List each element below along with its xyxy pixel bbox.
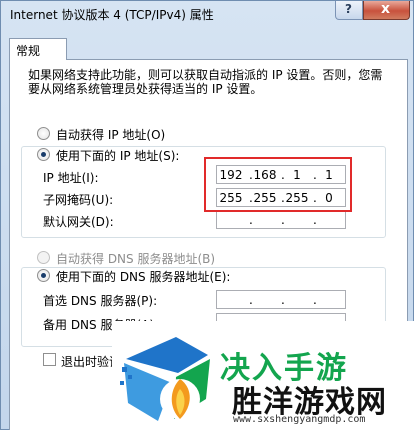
close-button[interactable]: x: [363, 1, 410, 20]
auto-ip-radio[interactable]: [37, 127, 50, 140]
help-button[interactable]: ?: [335, 1, 363, 20]
auto-dns-label[interactable]: 自动获得 DNS 服务器地址(B): [56, 250, 215, 267]
tab-general[interactable]: 常规: [9, 38, 67, 60]
watermark-url: www.sxshengyangmdp.com: [233, 414, 366, 425]
ip-address-label: IP 地址(I):: [43, 171, 99, 185]
auto-ip-label[interactable]: 自动获得 IP 地址(O): [56, 126, 165, 143]
default-gateway-label: 默认网关(D):: [43, 215, 114, 229]
title-bar[interactable]: Internet 协议版本 4 (TCP/IPv4) 属性 ? x: [1, 1, 413, 25]
manual-ip-radio[interactable]: [37, 148, 50, 161]
default-gateway-field[interactable]: ...: [216, 210, 346, 229]
description-text: 如果网络支持此功能，则可以获取自动指派的 IP 设置。否则，您需要从网络系统管理…: [28, 68, 383, 96]
dialog-window: Internet 协议版本 4 (TCP/IPv4) 属性 ? x 常规 如果网…: [0, 0, 414, 430]
validate-on-exit-checkbox[interactable]: [43, 353, 56, 366]
manual-dns-label[interactable]: 使用下面的 DNS 服务器地址(E):: [56, 268, 234, 285]
tab-label: 常规: [16, 44, 41, 58]
close-icon: x: [381, 1, 391, 17]
watermark-logo-icon: [120, 337, 210, 421]
manual-ip-label[interactable]: 使用下面的 IP 地址(S):: [56, 147, 183, 164]
preferred-dns-label: 首选 DNS 服务器(P):: [43, 294, 158, 308]
preferred-dns-field[interactable]: ...: [216, 290, 346, 309]
watermark-overlay: 决入手游 胜洋游戏网 www.sxshengyangmdp.com: [112, 321, 414, 430]
window-title: Internet 协议版本 4 (TCP/IPv4) 属性: [10, 8, 214, 22]
help-icon: ?: [345, 2, 352, 16]
manual-dns-radio[interactable]: [37, 269, 50, 282]
auto-dns-radio[interactable]: [37, 251, 50, 264]
highlight-box: [204, 157, 352, 212]
subnet-mask-label: 子网掩码(U):: [43, 193, 114, 207]
